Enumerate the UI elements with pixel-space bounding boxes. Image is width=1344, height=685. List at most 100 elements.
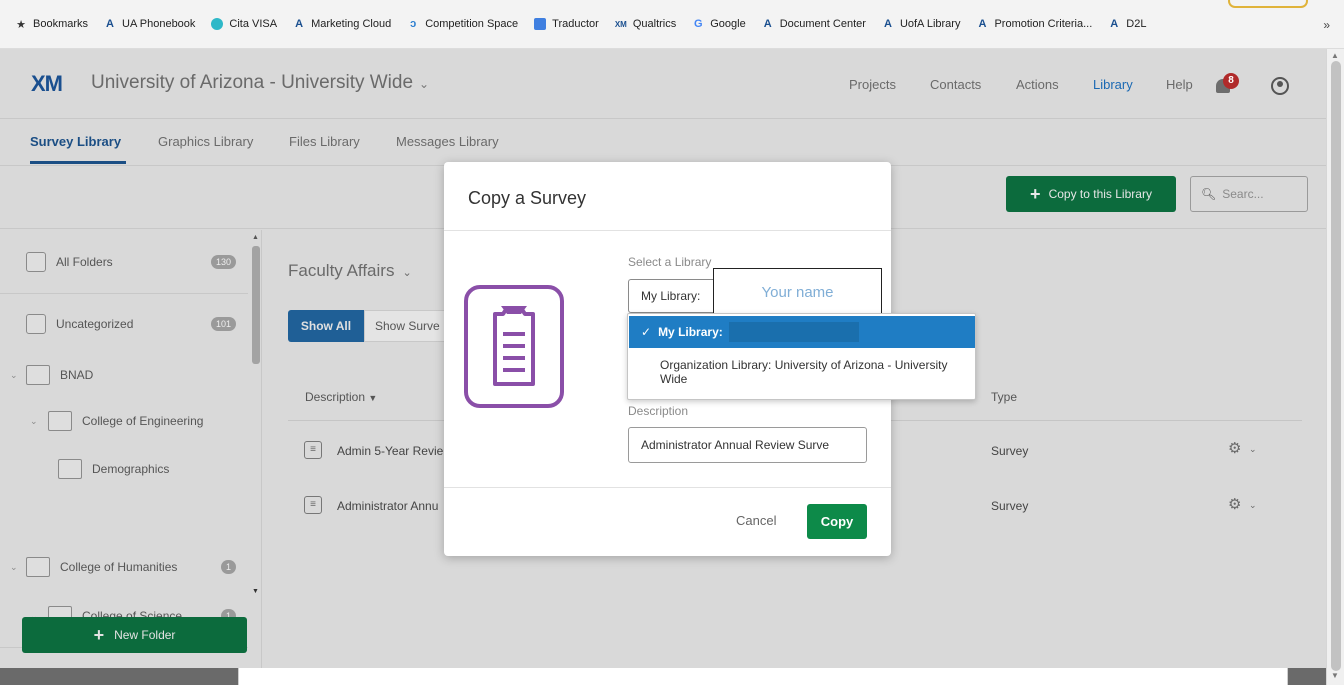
folder-list-icon	[26, 252, 46, 272]
copy-button[interactable]: Copy	[807, 504, 867, 539]
show-all-button[interactable]: Show All	[288, 310, 364, 342]
page-scrollbar[interactable]: ▲ ▼	[1326, 49, 1344, 685]
survey-clipboard-icon	[464, 285, 564, 408]
dialog-divider	[444, 230, 891, 231]
tab-files-library[interactable]: Files Library	[289, 134, 360, 149]
sidebar-divider	[0, 293, 248, 294]
bookmarks-more-button[interactable]: »	[1323, 18, 1330, 32]
nav-help[interactable]: Help	[1166, 77, 1193, 92]
show-surveys-button[interactable]: Show Surve	[364, 310, 454, 342]
folder-sidebar: All Folders 130 Uncategorized 101 ⌄ BNAD…	[0, 230, 262, 668]
bookmark-competition-space[interactable]: ɔ Competition Space	[406, 17, 518, 31]
folder-icon	[58, 459, 82, 479]
bookmark-bookmarks[interactable]: ★ Bookmarks	[14, 17, 88, 31]
description-label: Description	[628, 404, 689, 418]
checkmark-icon: ✓	[641, 325, 652, 339]
chevron-down-icon: ⌄	[402, 267, 412, 279]
translate-icon	[533, 17, 547, 31]
bookmarks-bar: ★ Bookmarks A UA Phonebook Cita VISA A Mark…	[0, 0, 1344, 49]
survey-icon: ≡	[304, 496, 322, 514]
chevron-down-icon: ⌄	[10, 561, 18, 572]
globe-icon	[210, 17, 224, 31]
bookmark-document-center[interactable]: A Document Center	[761, 17, 866, 31]
sidebar-item-college-of-engineering[interactable]: ⌄ College of Engineering	[30, 411, 240, 431]
tab-survey-library[interactable]: Survey Library	[30, 134, 121, 149]
dropdown-option-organization-library[interactable]: Organization Library: University of Ariz…	[660, 358, 960, 386]
scroll-down-icon: ▼	[252, 588, 259, 595]
bookmark-qualtrics[interactable]: XM Qualtrics	[614, 17, 676, 31]
org-switcher[interactable]: University of Arizona - University Wide ⌄	[91, 72, 429, 94]
bookmark-d2l[interactable]: A D2L	[1107, 17, 1146, 31]
google-icon: G	[693, 18, 703, 30]
plus-icon: +	[1030, 183, 1041, 204]
bookmark-google[interactable]: G Google	[691, 17, 746, 31]
notification-badge: 8	[1223, 73, 1239, 89]
bookmark-traductor[interactable]: Traductor	[533, 17, 599, 31]
notifications-button[interactable]: 8	[1214, 73, 1239, 95]
row-type: Survey	[991, 444, 1029, 458]
tab-graphics-library[interactable]: Graphics Library	[158, 134, 253, 149]
scrollbar-thumb[interactable]	[252, 246, 260, 364]
description-column-header[interactable]: Description ▼	[305, 390, 377, 404]
nav-library[interactable]: Library	[1093, 77, 1133, 92]
row-type: Survey	[991, 499, 1029, 513]
profile-pill[interactable]	[1228, 0, 1308, 8]
folder-icon	[26, 557, 50, 577]
description-input[interactable]: Administrator Annual Review Surve	[628, 427, 867, 463]
select-library-label: Select a Library	[628, 255, 712, 269]
gear-icon[interactable]: ⚙	[1228, 439, 1241, 457]
ua-logo-icon: A	[763, 18, 772, 30]
new-folder-button[interactable]: + New Folder	[22, 617, 247, 653]
folder-title[interactable]: Faculty Affairs ⌄	[288, 261, 412, 281]
dropdown-option-my-library[interactable]: ✓ My Library:	[629, 316, 975, 348]
library-select[interactable]: My Library:	[628, 279, 718, 313]
chevron-down-icon: ⌄	[1249, 500, 1257, 510]
search-input[interactable]: 🔍︎ Searc...	[1190, 176, 1308, 212]
ua-logo-icon: A	[883, 18, 892, 30]
tab-messages-library[interactable]: Messages Library	[396, 134, 499, 149]
org-title: University of Arizona - University Wide	[91, 72, 414, 93]
scroll-up-icon: ▲	[252, 234, 259, 241]
chevron-down-icon: ⌄	[419, 77, 430, 91]
sidebar-scrollbar[interactable]: ▲ ▼	[250, 234, 260, 596]
copy-to-library-button[interactable]: + Copy to this Library	[1006, 176, 1176, 212]
survey-icon: ≡	[304, 441, 322, 459]
scroll-down-icon: ▼	[1331, 671, 1339, 680]
ua-logo-icon: A	[106, 18, 114, 30]
competition-icon: ɔ	[410, 18, 417, 30]
library-tabs: Survey Library Graphics Library Files Li…	[0, 120, 1326, 166]
name-overlay-box: Your name	[713, 268, 882, 316]
gear-icon[interactable]: ⚙	[1228, 495, 1241, 513]
bookmark-cita-visa[interactable]: Cita VISA	[210, 17, 277, 31]
sidebar-item-bnad[interactable]: ⌄ BNAD	[10, 365, 210, 385]
active-tab-indicator	[30, 161, 126, 164]
sidebar-item-college-of-humanities[interactable]: ⌄ College of Humanities 1	[10, 557, 240, 577]
sidebar-item-demographics[interactable]: Demographics	[58, 459, 238, 479]
user-account-icon[interactable]	[1271, 77, 1289, 95]
chevron-down-icon: ⌄	[10, 369, 18, 380]
bookmark-promotion-criteria[interactable]: A Promotion Criteria...	[975, 17, 1092, 31]
nav-actions[interactable]: Actions	[1016, 77, 1059, 92]
page-bottom-edge	[238, 668, 1288, 685]
bookmark-uofa-library[interactable]: A UofA Library	[881, 17, 961, 31]
option-highlight	[729, 322, 859, 342]
folder-icon	[48, 411, 72, 431]
scroll-up-icon: ▲	[1331, 51, 1339, 60]
sidebar-item-all-folders[interactable]: All Folders 130	[26, 252, 236, 272]
folder-icon	[26, 314, 46, 334]
top-navigation: XM University of Arizona - University Wi…	[0, 49, 1326, 119]
sidebar-item-uncategorized[interactable]: Uncategorized 101	[26, 314, 236, 334]
nav-contacts[interactable]: Contacts	[930, 77, 981, 92]
xm-logo[interactable]: XM	[31, 71, 63, 97]
nav-projects[interactable]: Projects	[849, 77, 896, 92]
library-dropdown-menu: ✓ My Library: Organization Library: Univ…	[627, 313, 976, 400]
plus-icon: +	[93, 624, 105, 645]
cancel-button[interactable]: Cancel	[736, 513, 776, 528]
type-column-header[interactable]: Type	[991, 390, 1017, 404]
bookmark-ua-phonebook[interactable]: A UA Phonebook	[103, 17, 195, 31]
dialog-divider	[444, 487, 891, 488]
scrollbar-thumb[interactable]	[1331, 61, 1341, 671]
bookmark-marketing-cloud[interactable]: A Marketing Cloud	[292, 17, 391, 31]
bottom-bar	[0, 668, 238, 685]
row-description: Administrator Annu	[337, 499, 439, 513]
